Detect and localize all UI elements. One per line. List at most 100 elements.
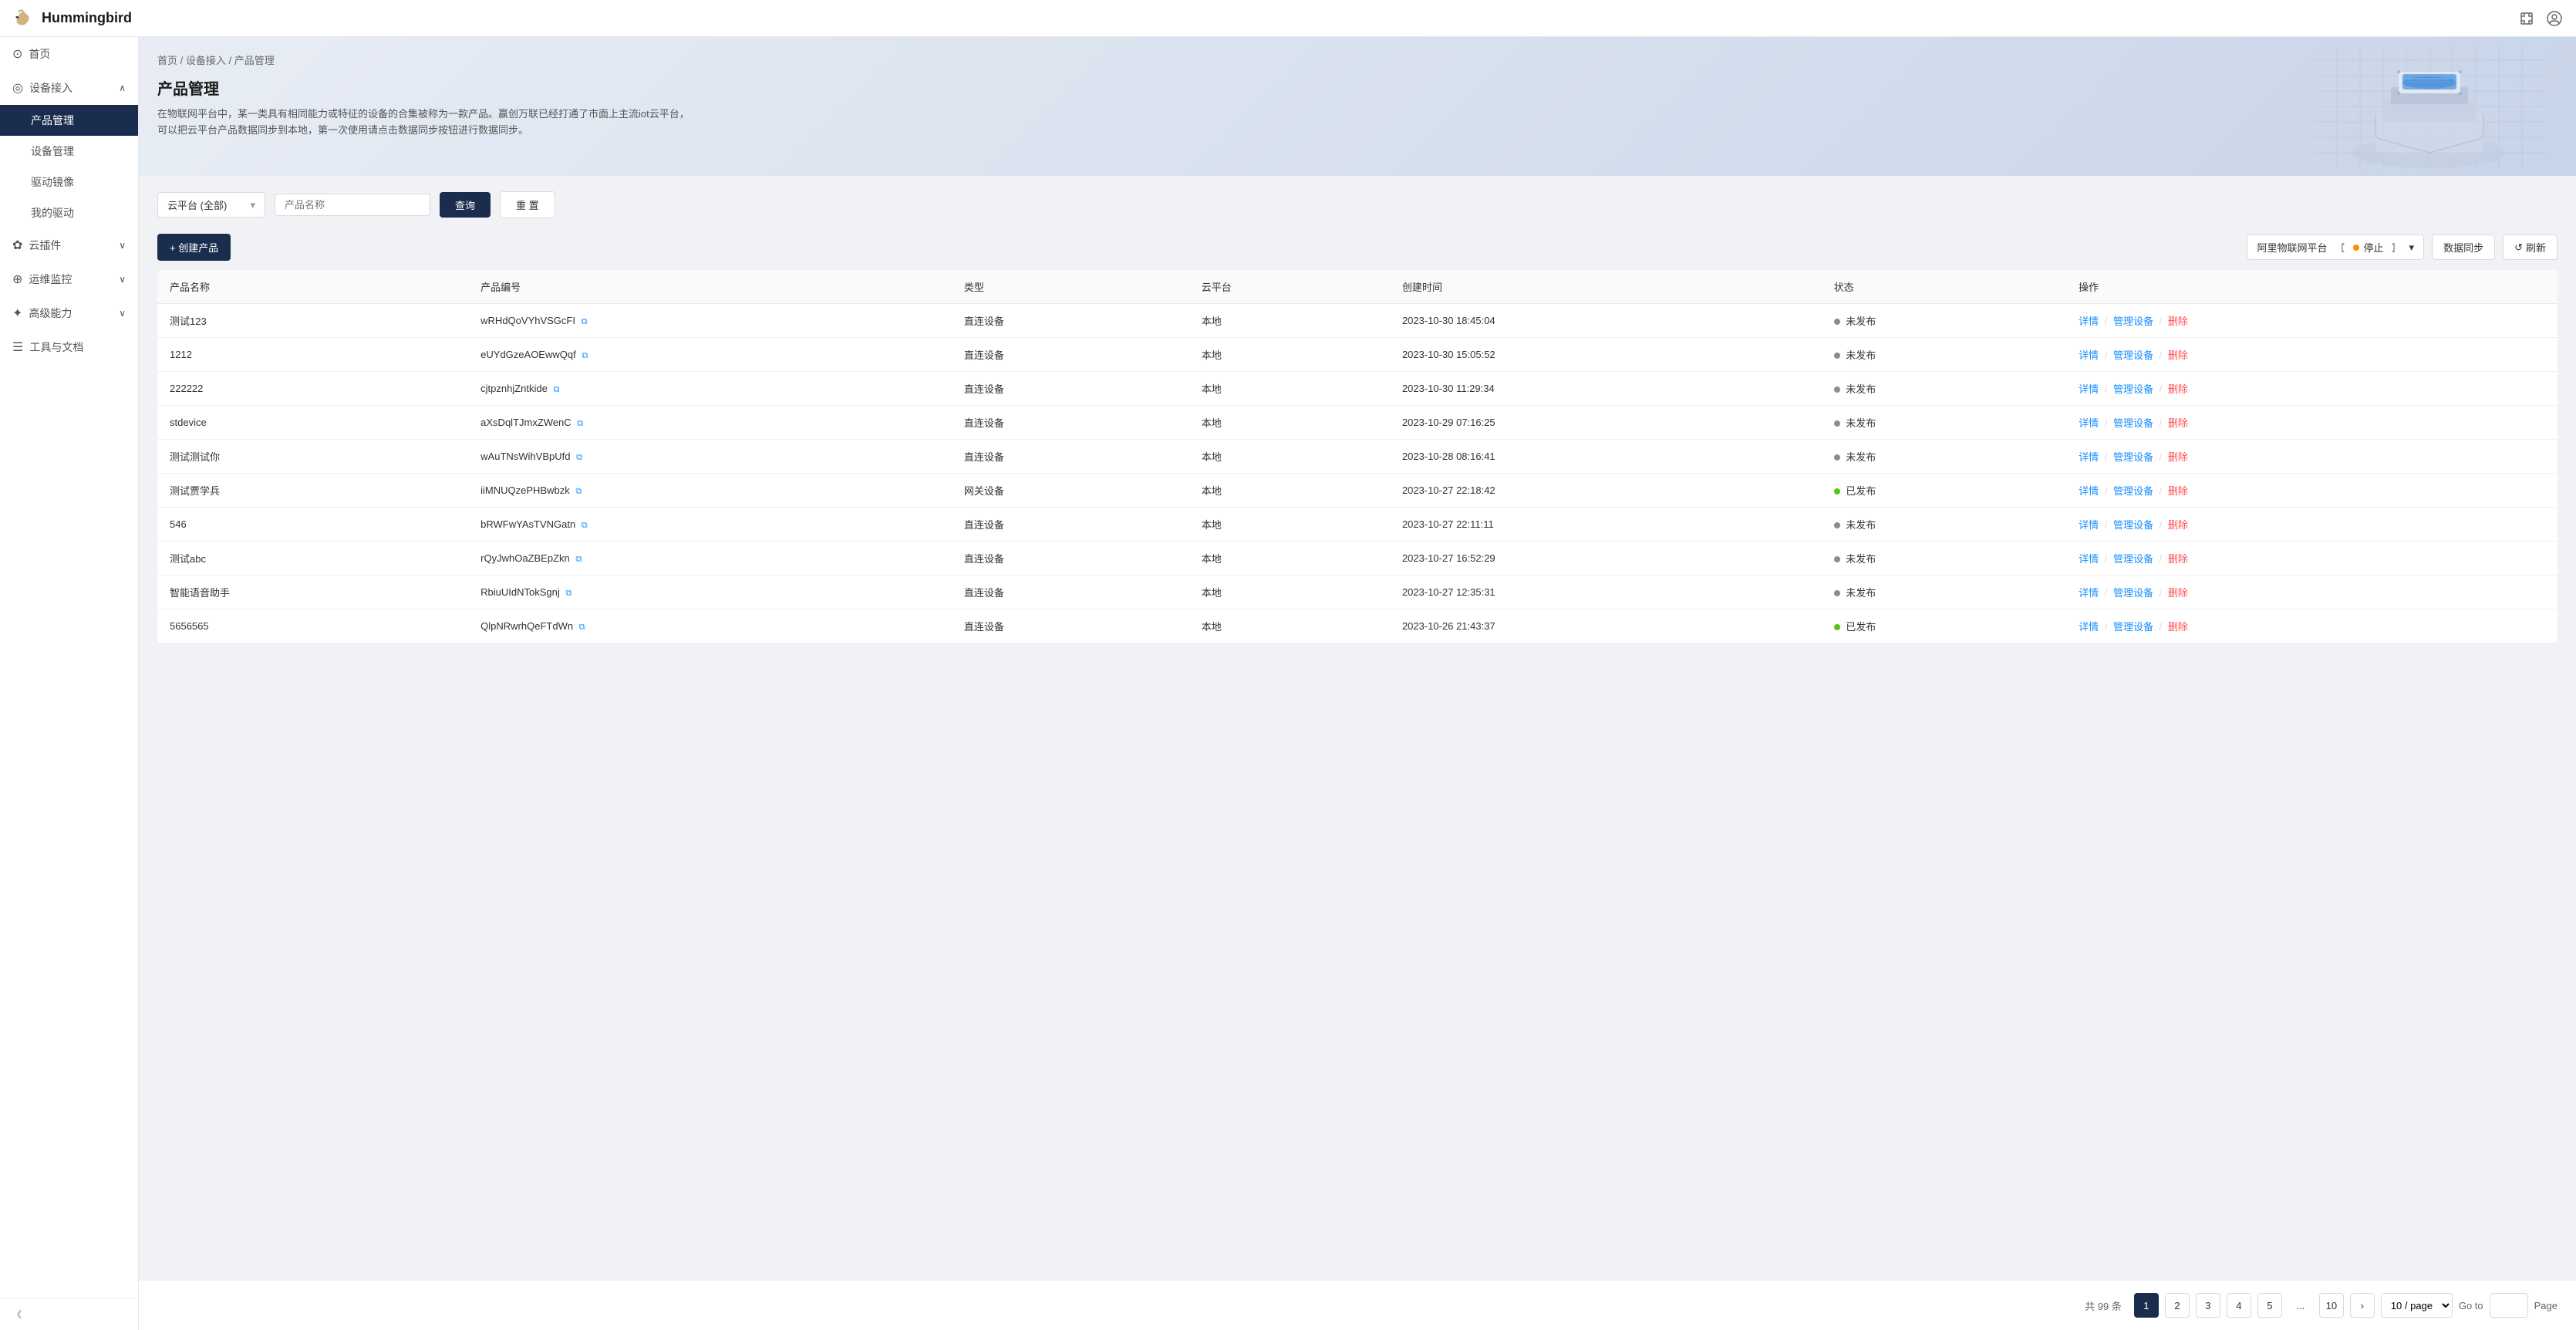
breadcrumb-home[interactable]: 首页 bbox=[157, 55, 177, 66]
action-sep2: / bbox=[2160, 621, 2163, 633]
copy-icon[interactable]: ⧉ bbox=[553, 385, 559, 394]
sync-button[interactable]: 数据同步 bbox=[2432, 235, 2495, 260]
manage-link[interactable]: 管理设备 bbox=[2113, 621, 2153, 633]
manage-link[interactable]: 管理设备 bbox=[2113, 485, 2153, 497]
table-row: 222222 cjtpznhjZntkide ⧉ 直连设备 本地 2023-10… bbox=[157, 372, 2557, 406]
delete-link[interactable]: 删除 bbox=[2168, 316, 2188, 327]
delete-link[interactable]: 删除 bbox=[2168, 417, 2188, 429]
detail-link[interactable]: 详情 bbox=[2079, 451, 2099, 463]
sidebar-item-driver-image[interactable]: 驱动镜像 bbox=[0, 167, 138, 197]
detail-link[interactable]: 详情 bbox=[2079, 587, 2099, 599]
page-btn-1[interactable]: 1 bbox=[2134, 1293, 2159, 1318]
detail-link[interactable]: 详情 bbox=[2079, 349, 2099, 361]
sidebar-collapse-btn[interactable]: 《 bbox=[0, 1298, 138, 1330]
fullscreen-icon[interactable] bbox=[2517, 9, 2536, 28]
detail-link[interactable]: 详情 bbox=[2079, 383, 2099, 395]
copy-icon[interactable]: ⧉ bbox=[575, 487, 582, 496]
cell-code: cjtpznhjZntkide ⧉ bbox=[468, 372, 952, 406]
copy-icon[interactable]: ⧉ bbox=[576, 453, 582, 462]
detail-link[interactable]: 详情 bbox=[2079, 417, 2099, 429]
detail-link[interactable]: 详情 bbox=[2079, 519, 2099, 531]
cell-name: 546 bbox=[157, 508, 468, 542]
sidebar-item-device-management[interactable]: 设备管理 bbox=[0, 136, 138, 167]
detail-link[interactable]: 详情 bbox=[2079, 485, 2099, 497]
col-platform: 云平台 bbox=[1189, 270, 1390, 304]
copy-icon[interactable]: ⧉ bbox=[575, 555, 582, 564]
manage-link[interactable]: 管理设备 bbox=[2113, 349, 2153, 361]
sidebar-item-ops-monitor[interactable]: ⊕ 运维监控 ∨ bbox=[0, 262, 138, 296]
sidebar-item-tools-docs[interactable]: ☰ 工具与文档 bbox=[0, 330, 138, 364]
detail-link[interactable]: 详情 bbox=[2079, 553, 2099, 565]
cell-platform: 本地 bbox=[1189, 474, 1390, 508]
table-row: stdevice aXsDqlTJmxZWenC ⧉ 直连设备 本地 2023-… bbox=[157, 406, 2557, 440]
copy-icon[interactable]: ⧉ bbox=[582, 351, 588, 360]
delete-link[interactable]: 删除 bbox=[2168, 485, 2188, 497]
detail-link[interactable]: 详情 bbox=[2079, 316, 2099, 327]
user-icon[interactable] bbox=[2545, 9, 2564, 28]
device-management-label: 设备管理 bbox=[31, 145, 74, 157]
manage-link[interactable]: 管理设备 bbox=[2113, 553, 2153, 565]
reset-button[interactable]: 重 置 bbox=[500, 191, 555, 218]
delete-link[interactable]: 删除 bbox=[2168, 587, 2188, 599]
sidebar-item-advanced[interactable]: ✦ 高级能力 ∨ bbox=[0, 296, 138, 330]
page-btn-5[interactable]: 5 bbox=[2257, 1293, 2282, 1318]
manage-link[interactable]: 管理设备 bbox=[2113, 451, 2153, 463]
delete-link[interactable]: 删除 bbox=[2168, 383, 2188, 395]
page-btn-next[interactable]: › bbox=[2350, 1293, 2375, 1318]
cell-created: 2023-10-27 22:18:42 bbox=[1390, 474, 1822, 508]
page-size-select[interactable]: 10 / page 20 / page 50 / page bbox=[2381, 1293, 2453, 1318]
cloud-plugin-label: 云插件 bbox=[29, 238, 61, 253]
sidebar-item-product-management[interactable]: 产品管理 bbox=[0, 105, 138, 136]
sidebar-item-device-access[interactable]: ◎ 设备接入 ∧ bbox=[0, 71, 138, 105]
copy-icon[interactable]: ⧉ bbox=[582, 521, 588, 530]
manage-link[interactable]: 管理设备 bbox=[2113, 316, 2153, 327]
pagination-total: 共 99 条 bbox=[2085, 1298, 2122, 1313]
page-btn-4[interactable]: 4 bbox=[2227, 1293, 2251, 1318]
manage-link[interactable]: 管理设备 bbox=[2113, 383, 2153, 395]
goto-input[interactable] bbox=[2490, 1293, 2528, 1318]
platform-status-button[interactable]: 阿里物联网平台 【 停止 】 ▾ bbox=[2247, 235, 2424, 260]
create-product-button[interactable]: + 创建产品 bbox=[157, 234, 231, 261]
app-title: Hummingbird bbox=[42, 10, 132, 26]
cell-platform: 本地 bbox=[1189, 542, 1390, 576]
cell-name: 222222 bbox=[157, 372, 468, 406]
manage-link[interactable]: 管理设备 bbox=[2113, 417, 2153, 429]
page-btn-3[interactable]: 3 bbox=[2196, 1293, 2220, 1318]
cell-platform: 本地 bbox=[1189, 440, 1390, 474]
refresh-icon: ↺ bbox=[2514, 241, 2523, 254]
cell-platform: 本地 bbox=[1189, 406, 1390, 440]
copy-icon[interactable]: ⧉ bbox=[577, 419, 583, 428]
copy-icon[interactable]: ⧉ bbox=[565, 589, 572, 598]
page-btn-10[interactable]: 10 bbox=[2319, 1293, 2344, 1318]
action-sep1: / bbox=[2105, 451, 2108, 463]
copy-icon[interactable]: ⧉ bbox=[582, 317, 588, 326]
cell-created: 2023-10-30 15:05:52 bbox=[1390, 338, 1822, 372]
cell-status: 已发布 bbox=[1822, 474, 2066, 508]
breadcrumb-device-access[interactable]: 设备接入 bbox=[186, 55, 226, 66]
platform-select[interactable]: 云平台 (全部) ▾ bbox=[157, 192, 265, 218]
product-name-input[interactable] bbox=[275, 194, 430, 216]
delete-link[interactable]: 删除 bbox=[2168, 621, 2188, 633]
cell-type: 直连设备 bbox=[952, 372, 1189, 406]
delete-link[interactable]: 删除 bbox=[2168, 451, 2188, 463]
manage-link[interactable]: 管理设备 bbox=[2113, 519, 2153, 531]
product-table: 产品名称 产品编号 类型 云平台 创建时间 状态 操作 测试123 wRHdQo… bbox=[157, 270, 2557, 643]
copy-icon[interactable]: ⧉ bbox=[579, 623, 585, 632]
cell-code: iiMNUQzePHBwbzk ⧉ bbox=[468, 474, 952, 508]
sidebar-item-cloud-plugin[interactable]: ✿ 云插件 ∨ bbox=[0, 228, 138, 262]
cell-name: 测试测试你 bbox=[157, 440, 468, 474]
sidebar-item-my-driver[interactable]: 我的驱动 bbox=[0, 197, 138, 228]
page-btn-2[interactable]: 2 bbox=[2165, 1293, 2190, 1318]
search-button[interactable]: 查询 bbox=[440, 192, 491, 218]
detail-link[interactable]: 详情 bbox=[2079, 621, 2099, 633]
delete-link[interactable]: 删除 bbox=[2168, 349, 2188, 361]
refresh-button[interactable]: ↺ 刷新 bbox=[2503, 235, 2557, 260]
sidebar-item-home[interactable]: ⊙ 首页 bbox=[0, 37, 138, 71]
delete-link[interactable]: 删除 bbox=[2168, 519, 2188, 531]
action-sep1: / bbox=[2105, 621, 2108, 633]
manage-link[interactable]: 管理设备 bbox=[2113, 587, 2153, 599]
status-text: 未发布 bbox=[1846, 587, 1876, 599]
cell-actions: 详情 / 管理设备 / 删除 bbox=[2066, 508, 2557, 542]
delete-link[interactable]: 删除 bbox=[2168, 553, 2188, 565]
status-text: 未发布 bbox=[1846, 417, 1876, 429]
